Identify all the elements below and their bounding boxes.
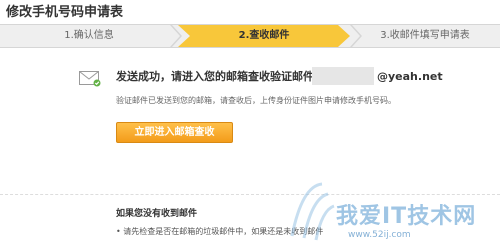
envelope-icon — [79, 71, 101, 87]
step-progress-bar: 1.确认信息 2.查收邮件 3.收邮件填写申请表 — [0, 24, 500, 48]
success-message: 发送成功，请进入您的邮箱查收验证邮件 — [116, 70, 314, 83]
help-title: 如果您没有收到邮件 — [116, 209, 198, 219]
email-domain: @yeah.net — [377, 70, 443, 83]
verification-instructions: 验证邮件已发送到您的邮箱，请查收后，上传身份证件图片申请修改手机号码。 — [116, 96, 396, 105]
step-confirm-info: 1.确认信息 — [64, 30, 114, 41]
enter-mailbox-button[interactable]: 立即进入邮箱查收 — [116, 122, 233, 143]
step-check-email: 2.查收邮件 — [178, 25, 350, 47]
step-fill-form: 3.收邮件填写申请表 — [380, 30, 470, 41]
watermark-url: www.52ij.com — [348, 230, 411, 240]
masked-email-username — [312, 67, 374, 85]
page-title: 修改手机号码申请表 — [6, 5, 124, 20]
watermark-text: 我爱IT技术网 — [336, 204, 477, 229]
